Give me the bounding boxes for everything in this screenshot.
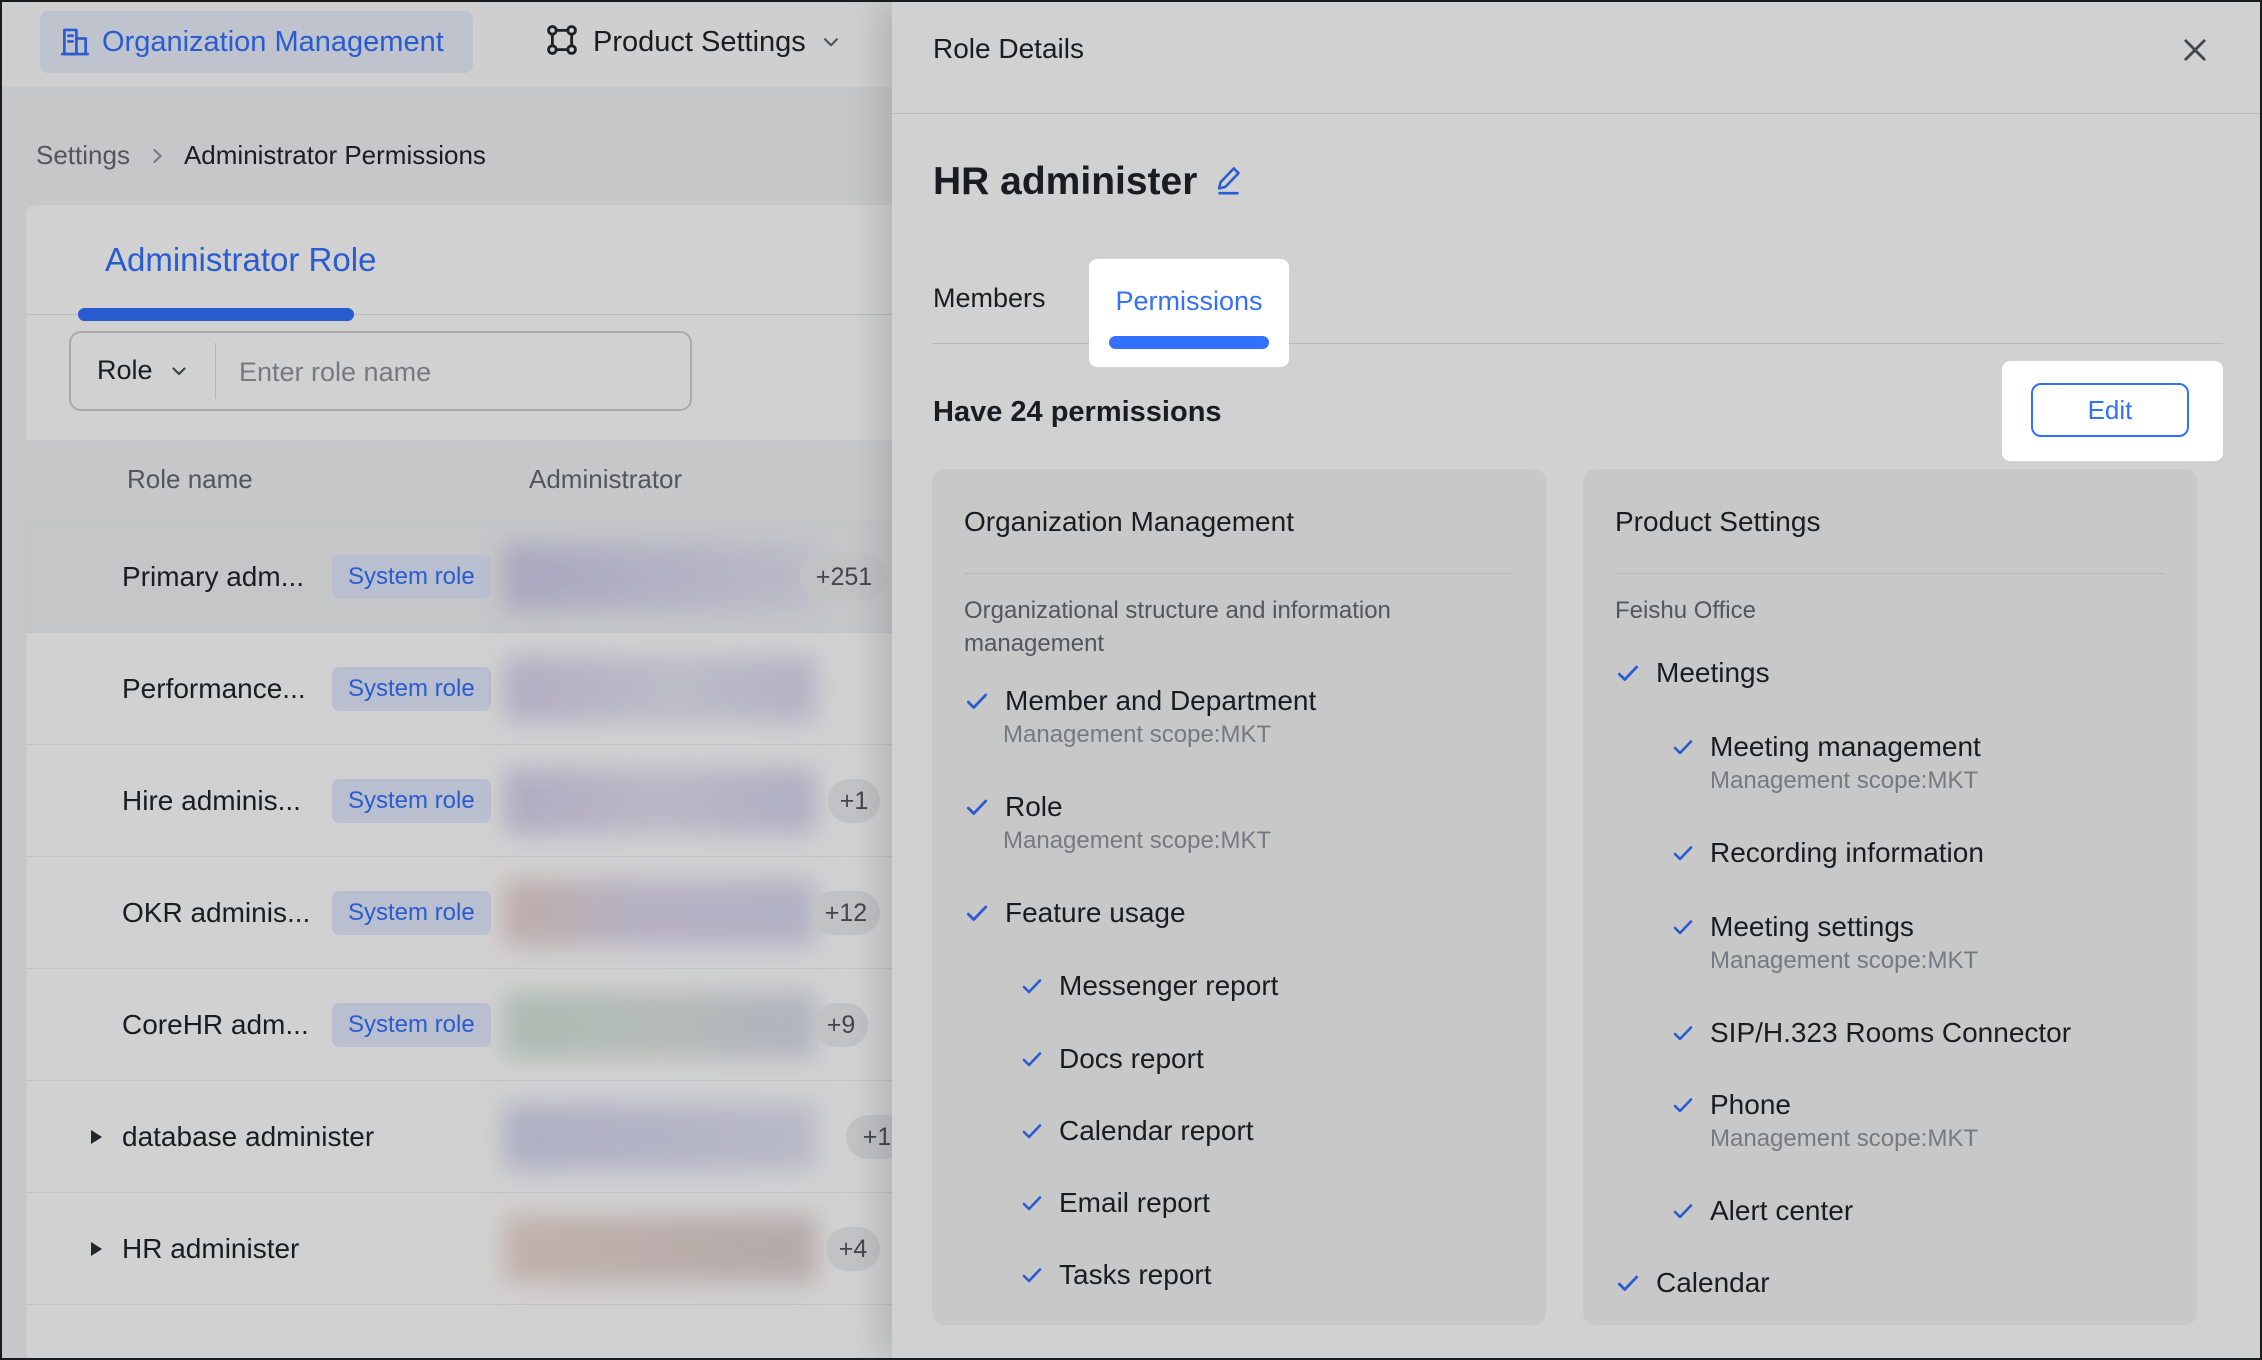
app-screen: Organization Management Product Settings… [0,0,2262,1360]
spotlight-permissions-tab: Permissions [1089,259,1289,367]
dim-overlay [0,0,2262,1360]
spotlight-edit-button: Edit [2002,361,2223,461]
tab-active-indicator [1109,336,1269,349]
edit-button[interactable]: Edit [2031,383,2189,437]
tab-permissions[interactable]: Permissions [1089,286,1289,317]
